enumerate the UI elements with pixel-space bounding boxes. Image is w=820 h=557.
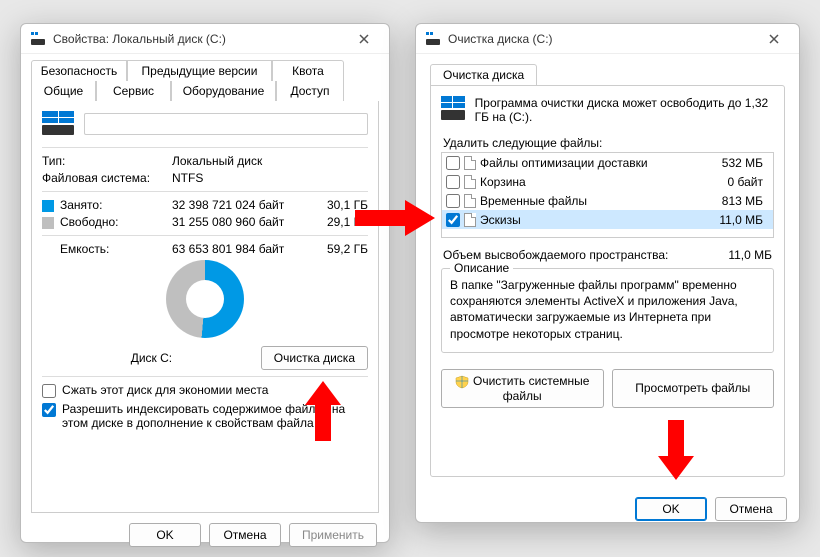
used-bytes: 32 398 721 024 байт <box>172 198 308 212</box>
tab-general[interactable]: Общие <box>31 81 96 101</box>
usage-donut-chart <box>166 260 244 338</box>
tab-security[interactable]: Безопасность <box>31 60 127 81</box>
red-arrow-up <box>305 381 341 441</box>
tab-prev-versions[interactable]: Предыдущие версии <box>127 60 272 81</box>
capacity-bytes: 63 653 801 984 байт <box>172 242 308 256</box>
file-checkbox[interactable] <box>446 194 460 208</box>
properties-dialog: Свойства: Локальный диск (C:) Безопаснос… <box>20 23 390 543</box>
file-item[interactable]: Эскизы 11,0 МБ <box>442 210 773 229</box>
big-drive-icon <box>42 111 74 137</box>
file-name: Корзина <box>480 175 705 189</box>
ok-button[interactable]: OK <box>635 497 707 521</box>
view-files-button[interactable]: Просмотреть файлы <box>612 369 775 408</box>
page-icon <box>464 213 476 227</box>
info-drive-icon <box>441 96 465 120</box>
file-checkbox[interactable] <box>446 156 460 170</box>
tab-quota[interactable]: Квота <box>272 60 344 81</box>
free-space-label: Объем высвобождаемого пространства: <box>443 248 728 262</box>
ok-button[interactable]: OK <box>129 523 201 547</box>
window-title: Очистка диска (C:) <box>448 32 759 46</box>
close-button[interactable] <box>759 27 789 51</box>
drive-name-input[interactable] <box>84 113 368 135</box>
compress-checkbox[interactable] <box>42 384 56 398</box>
red-arrow-right <box>355 200 435 236</box>
compress-label[interactable]: Сжать этот диск для экономии места <box>62 383 268 397</box>
file-name: Эскизы <box>480 213 705 227</box>
free-bytes: 31 255 080 960 байт <box>172 215 308 229</box>
fs-label: Файловая система: <box>42 171 172 185</box>
info-text: Программа очистки диска может освободить… <box>475 96 774 124</box>
file-size: 813 МБ <box>709 194 769 208</box>
used-label: Занято: <box>60 198 102 212</box>
file-size: 532 МБ <box>709 156 769 170</box>
cancel-button[interactable]: Отмена <box>715 497 787 521</box>
cleanup-icon <box>426 32 440 46</box>
titlebar[interactable]: Очистка диска (C:) <box>416 24 799 54</box>
tab-access[interactable]: Доступ <box>276 81 344 101</box>
page-icon <box>464 175 476 189</box>
shield-icon <box>455 375 469 389</box>
type-value: Локальный диск <box>172 154 368 168</box>
file-name: Временные файлы <box>480 194 705 208</box>
titlebar[interactable]: Свойства: Локальный диск (C:) <box>21 24 389 54</box>
close-button[interactable] <box>349 27 379 51</box>
free-space-value: 11,0 МБ <box>728 248 772 262</box>
tab-cleanup[interactable]: Очистка диска <box>430 64 537 85</box>
tab-service[interactable]: Сервис <box>96 81 171 101</box>
file-item[interactable]: Корзина 0 байт <box>442 172 773 191</box>
desc-legend: Описание <box>450 261 513 275</box>
type-label: Тип: <box>42 154 172 168</box>
cleanup-dialog: Очистка диска (C:) Очистка диска Програм… <box>415 23 800 523</box>
page-icon <box>464 194 476 208</box>
capacity-human: 59,2 ГБ <box>308 242 368 256</box>
red-arrow-down <box>658 420 694 480</box>
fs-value: NTFS <box>172 171 368 185</box>
file-size: 11,0 МБ <box>709 213 769 227</box>
page-icon <box>464 156 476 170</box>
file-item[interactable]: Временные файлы 813 МБ <box>442 191 773 210</box>
cancel-button[interactable]: Отмена <box>209 523 281 547</box>
file-size: 0 байт <box>709 175 769 189</box>
drive-icon <box>31 32 45 46</box>
free-color-icon <box>42 217 54 229</box>
file-checkbox[interactable] <box>446 213 460 227</box>
file-name: Файлы оптимизации доставки <box>480 156 705 170</box>
file-checkbox[interactable] <box>446 175 460 189</box>
free-label: Свободно: <box>60 215 119 229</box>
window-title: Свойства: Локальный диск (C:) <box>53 32 349 46</box>
tab-equipment[interactable]: Оборудование <box>171 81 276 101</box>
file-item[interactable]: Файлы оптимизации доставки 532 МБ <box>442 153 773 172</box>
index-checkbox[interactable] <box>42 403 56 417</box>
capacity-label: Емкость: <box>42 242 172 256</box>
disk-cleanup-button[interactable]: Очистка диска <box>261 346 368 370</box>
clean-system-files-button[interactable]: Очистить системные файлы <box>441 369 604 408</box>
used-color-icon <box>42 200 54 212</box>
delete-files-label: Удалить следующие файлы: <box>443 136 774 150</box>
apply-button[interactable]: Применить <box>289 523 377 547</box>
file-list[interactable]: Файлы оптимизации доставки 532 МБ Корзина 0… <box>441 152 774 238</box>
disk-name-label: Диск C: <box>42 351 261 365</box>
desc-text: В папке "Загруженные файлы программ" вре… <box>450 277 765 342</box>
